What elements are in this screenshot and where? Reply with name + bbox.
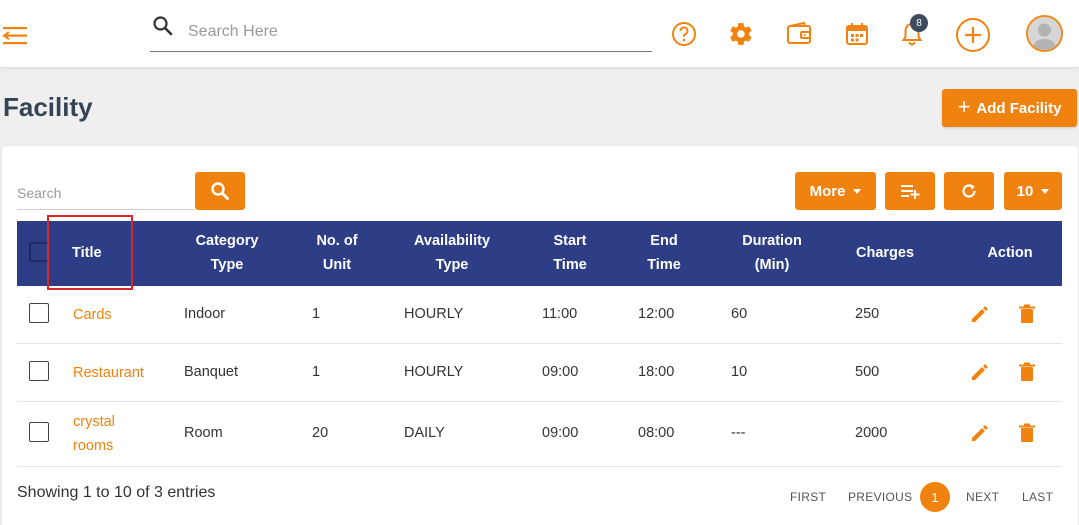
facility-title-link[interactable]: Cards (73, 303, 112, 327)
end-time-cell: 08:00 (638, 425, 675, 441)
category-cell: Banquet (184, 364, 239, 380)
edit-icon[interactable] (969, 303, 991, 325)
plus-icon: + (957, 94, 971, 119)
delete-icon[interactable] (1016, 303, 1038, 325)
page-size-label: 10 (1016, 182, 1034, 200)
more-dropdown-button[interactable]: More (795, 172, 876, 210)
column-header-action: Action (987, 245, 1033, 261)
end-time-cell: 12:00 (638, 306, 675, 322)
availability-cell: HOURLY (404, 364, 464, 380)
column-header-end-line1: End (650, 233, 678, 249)
refresh-button[interactable] (944, 172, 994, 210)
column-header-availability-line2: Type (435, 257, 469, 273)
refresh-icon (962, 184, 976, 198)
user-avatar[interactable] (1026, 15, 1063, 52)
row-divider (17, 401, 1062, 402)
availability-cell: DAILY (404, 425, 445, 441)
more-label: More (809, 182, 846, 200)
search-icon (152, 15, 174, 37)
pagination-current-page[interactable]: 1 (920, 482, 950, 512)
edit-icon[interactable] (969, 422, 991, 444)
search-icon (211, 182, 229, 200)
add-facility-button[interactable]: + Add Facility (942, 89, 1077, 127)
menu-collapse-icon[interactable] (2, 24, 28, 48)
units-cell: 1 (312, 306, 321, 322)
end-time-cell: 18:00 (638, 364, 675, 380)
calendar-icon[interactable] (843, 20, 871, 48)
column-header-duration-line2: (Min) (754, 257, 790, 273)
row-divider (17, 466, 1062, 467)
column-header-end-line2: Time (647, 257, 681, 273)
pagination-previous[interactable]: PREVIOUS (848, 490, 912, 504)
facility-title-link[interactable]: crystal rooms (73, 410, 115, 458)
duration-cell: --- (731, 425, 746, 441)
edit-icon[interactable] (969, 361, 991, 383)
category-cell: Indoor (184, 306, 226, 322)
help-icon[interactable] (670, 20, 698, 48)
units-cell: 20 (312, 425, 329, 441)
row-checkbox[interactable] (29, 422, 49, 442)
delete-icon[interactable] (1016, 422, 1038, 444)
column-header-category-line1: Category (195, 233, 259, 249)
global-search-input[interactable] (188, 18, 638, 46)
row-checkbox[interactable] (29, 361, 49, 381)
start-time-cell: 09:00 (542, 364, 579, 380)
add-circle-icon[interactable] (955, 17, 991, 53)
start-time-cell: 11:00 (542, 306, 578, 322)
charges-cell: 500 (855, 364, 880, 380)
select-all-checkbox[interactable] (29, 242, 49, 262)
playlist-add-icon (901, 185, 920, 199)
table-search (17, 178, 194, 210)
column-header-end-time[interactable]: End Time (634, 229, 694, 277)
column-add-button[interactable] (885, 172, 935, 210)
facility-title-line2: rooms (73, 438, 114, 454)
column-header-availability-line1: Availability (413, 233, 491, 249)
row-divider (17, 343, 1062, 344)
top-navbar: 8 (0, 0, 1079, 68)
column-header-units-line1: No. of (316, 233, 358, 249)
add-facility-label: Add Facility (976, 99, 1062, 117)
column-header-no-of-unit[interactable]: No. of Unit (302, 229, 372, 277)
units-cell: 1 (312, 364, 321, 380)
page-size-dropdown[interactable]: 10 (1004, 172, 1062, 210)
entries-summary: Showing 1 to 10 of 3 entries (17, 484, 216, 501)
facility-title-link[interactable]: Restaurant (73, 361, 144, 385)
notification-count-badge: 8 (910, 14, 928, 32)
column-header-start-line1: Start (553, 233, 587, 249)
column-header-start-time[interactable]: Start Time (540, 229, 600, 277)
pagination-next[interactable]: NEXT (966, 490, 999, 504)
table-search-button[interactable] (195, 172, 245, 210)
column-header-duration-line1: Duration (742, 233, 802, 249)
gear-icon[interactable] (727, 20, 755, 48)
facility-title-line1: crystal (73, 414, 115, 430)
column-header-category-type[interactable]: Category Type (178, 229, 276, 277)
category-cell: Room (184, 425, 223, 441)
charges-cell: 2000 (855, 425, 888, 441)
pagination-first[interactable]: FIRST (790, 490, 826, 504)
column-header-start-line2: Time (553, 257, 587, 273)
column-header-title[interactable]: Title (72, 241, 104, 265)
duration-cell: 10 (731, 364, 748, 380)
column-header-units-line2: Unit (322, 257, 352, 273)
caret-down-icon (1041, 188, 1050, 194)
delete-icon[interactable] (1016, 361, 1038, 383)
pagination-last[interactable]: LAST (1022, 490, 1053, 504)
caret-down-icon (853, 188, 862, 194)
availability-cell: HOURLY (404, 306, 464, 322)
row-checkbox[interactable] (29, 303, 49, 323)
global-search (150, 12, 652, 52)
column-header-availability-type[interactable]: Availability Type (400, 229, 504, 277)
wallet-icon[interactable] (785, 20, 813, 48)
start-time-cell: 09:00 (542, 425, 579, 441)
column-header-duration[interactable]: Duration (Min) (731, 229, 813, 277)
table-search-input[interactable] (17, 179, 187, 207)
duration-cell: 60 (731, 306, 748, 322)
column-header-charges[interactable]: Charges (846, 241, 924, 265)
column-header-category-line2: Type (210, 257, 244, 273)
page-title: Facility (3, 92, 93, 122)
charges-cell: 250 (855, 306, 880, 322)
